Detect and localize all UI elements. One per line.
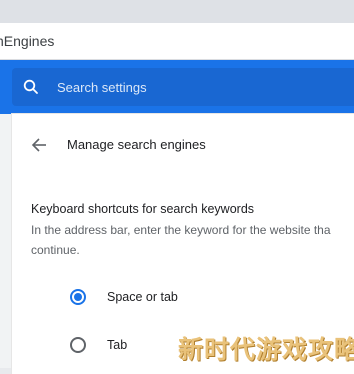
search-icon: [22, 78, 40, 96]
watermark: 新时代游戏攻略: [178, 335, 354, 364]
radio-label: Space or tab: [107, 290, 178, 304]
browser-tab-strip: [0, 0, 354, 23]
keyboard-shortcuts-description: In the address bar, enter the keyword fo…: [31, 223, 331, 257]
back-arrow-icon[interactable]: [30, 135, 50, 155]
radio-button-checked[interactable]: [70, 289, 86, 305]
radio-label: Tab: [107, 338, 128, 352]
page-title: Manage search engines: [67, 137, 206, 152]
keyboard-shortcuts-title: Keyboard shortcuts for search keywords: [31, 202, 255, 216]
address-bar-url[interactable]: hEngines: [0, 33, 54, 49]
address-bar[interactable]: hEngines: [0, 23, 354, 60]
radio-option-space-or-tab[interactable]: Space or tab: [70, 287, 270, 311]
settings-header: Search settings: [0, 60, 354, 114]
search-settings-input[interactable]: Search settings: [57, 80, 147, 95]
radio-button-unchecked[interactable]: [70, 337, 86, 353]
search-settings-box[interactable]: Search settings: [12, 68, 354, 106]
